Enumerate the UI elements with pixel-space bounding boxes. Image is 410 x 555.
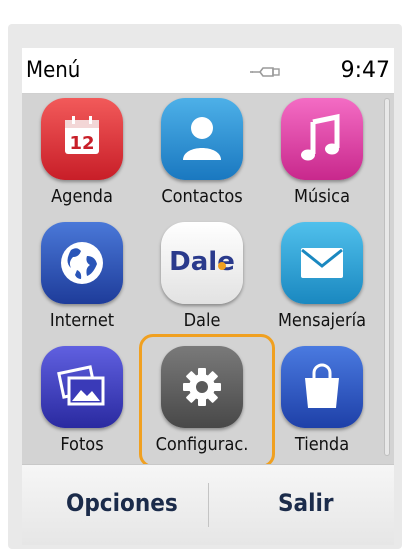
calendar-icon: 12	[41, 98, 123, 180]
store-bag-icon	[281, 346, 363, 428]
app-agenda[interactable]: 12 Agenda	[22, 94, 142, 216]
app-label: Configurac.	[155, 434, 249, 455]
app-tienda[interactable]: Tienda	[262, 342, 382, 464]
app-dale[interactable]: Dale Dale	[142, 218, 262, 340]
globe-icon	[41, 222, 123, 304]
app-internet[interactable]: Internet	[22, 218, 142, 340]
app-contactos[interactable]: Contactos	[142, 94, 262, 216]
app-label: Tienda	[294, 434, 350, 455]
scrollbar[interactable]	[384, 98, 390, 456]
app-label: Internet	[49, 310, 115, 331]
app-fotos[interactable]: Fotos	[22, 342, 142, 464]
music-icon	[281, 98, 363, 180]
clock: 9:47	[340, 58, 390, 83]
app-label: Fotos	[60, 434, 104, 455]
calendar-day-text: 12	[69, 133, 94, 154]
app-musica[interactable]: Música	[262, 94, 382, 216]
exit-softkey[interactable]: Salir	[278, 489, 334, 517]
app-label: Música	[293, 186, 350, 207]
app-grid: 12 Agenda Contactos Música Internet Dale…	[22, 94, 394, 464]
app-label: Mensajería	[277, 310, 367, 331]
status-bar: Menú 9:47	[22, 48, 394, 94]
app-configuracion[interactable]: Configurac.	[142, 342, 262, 464]
app-label: Dale	[183, 310, 221, 331]
app-mensajeria[interactable]: Mensajería	[262, 218, 382, 340]
mail-icon	[281, 222, 363, 304]
app-label: Agenda	[51, 186, 113, 207]
options-softkey[interactable]: Opciones	[66, 489, 178, 517]
phone-screen: Menú 9:47 12 Agenda Contactos Música Int…	[22, 48, 394, 545]
softkey-bar: Opciones Salir	[22, 464, 394, 545]
softkey-divider	[208, 483, 209, 527]
photos-icon	[41, 346, 123, 428]
contacts-icon	[161, 98, 243, 180]
connection-icon	[250, 67, 280, 77]
gear-icon	[161, 346, 243, 428]
app-label: Contactos	[161, 186, 243, 207]
dale-logo-text: Dale	[169, 247, 235, 277]
page-title: Menú	[26, 58, 81, 83]
dale-logo-icon: Dale	[161, 222, 243, 304]
